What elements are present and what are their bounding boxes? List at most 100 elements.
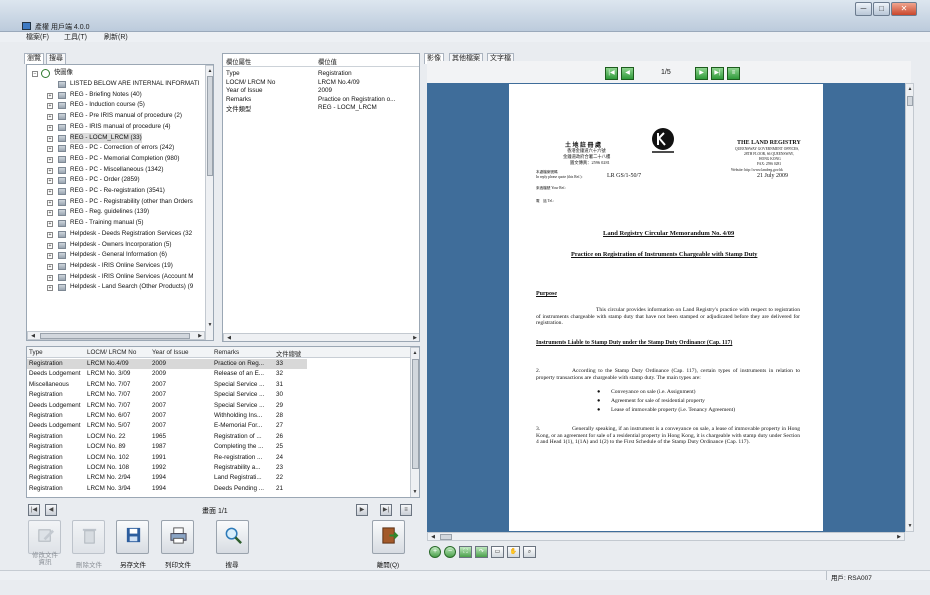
table-cell[interactable]: Registration bbox=[29, 485, 85, 492]
exit-button[interactable] bbox=[372, 520, 405, 554]
first-page-button[interactable]: |◀ bbox=[28, 504, 40, 516]
table-cell[interactable]: Registration bbox=[29, 474, 85, 481]
select-area-icon[interactable]: ▭ bbox=[491, 546, 504, 558]
table-cell[interactable]: LRCM No. 2/94 bbox=[87, 474, 150, 481]
table-cell[interactable]: Registration bbox=[29, 454, 85, 461]
hscroll-thumb[interactable] bbox=[40, 333, 190, 339]
table-scrollbar[interactable]: ▲ ▼ bbox=[410, 347, 419, 497]
table-cell[interactable]: LOCM No. 108 bbox=[87, 464, 150, 471]
table-cell[interactable]: LRCM No. 7/07 bbox=[87, 402, 150, 409]
scroll-thumb[interactable] bbox=[207, 76, 213, 176]
table-cell[interactable]: Registration bbox=[29, 412, 85, 419]
col-type[interactable]: Type bbox=[29, 349, 43, 356]
table-cell[interactable]: LRCM No. 3/09 bbox=[87, 370, 150, 377]
table-cell[interactable]: 1994 bbox=[152, 485, 212, 492]
table-cell[interactable]: Release of an E... bbox=[214, 370, 274, 377]
prop-hscrollbar[interactable]: ◀ ▶ bbox=[223, 333, 419, 341]
next-page-button[interactable]: ▶ bbox=[356, 504, 368, 516]
table-cell[interactable]: LOCM No. 22 bbox=[87, 433, 150, 440]
table-cell[interactable]: 1991 bbox=[152, 454, 212, 461]
scroll-left-icon[interactable]: ◀ bbox=[429, 533, 437, 541]
table-cell[interactable]: 2007 bbox=[152, 381, 212, 388]
expand-icon[interactable]: + bbox=[47, 253, 53, 260]
table-cell[interactable]: Deeds Lodgement bbox=[29, 402, 85, 409]
table-cell[interactable]: 31 bbox=[276, 381, 306, 388]
table-cell[interactable]: LRCM No. 7/07 bbox=[87, 381, 150, 388]
expand-icon[interactable]: + bbox=[47, 103, 53, 110]
rotate-icon[interactable]: ↷ bbox=[475, 546, 488, 558]
table-cell[interactable]: LRCM No.4/09 bbox=[87, 360, 150, 367]
table-cell[interactable]: 2007 bbox=[152, 402, 212, 409]
expand-icon[interactable]: + bbox=[47, 156, 53, 163]
table-cell[interactable]: Deeds Lodgement bbox=[29, 370, 85, 377]
table-cell[interactable]: 1992 bbox=[152, 464, 212, 471]
scroll-right-icon[interactable]: ▶ bbox=[196, 332, 204, 340]
print-button[interactable] bbox=[161, 520, 194, 554]
expand-icon[interactable]: + bbox=[47, 189, 53, 195]
table-cell[interactable]: Registration of ... bbox=[214, 433, 274, 440]
hscroll-thumb[interactable] bbox=[440, 534, 452, 540]
table-cell[interactable]: LRCM No. 5/07 bbox=[87, 422, 150, 429]
table-cell[interactable]: 1994 bbox=[152, 474, 212, 481]
table-cell[interactable]: 28 bbox=[276, 412, 306, 419]
table-cell[interactable]: 27 bbox=[276, 422, 306, 429]
scroll-right-icon[interactable]: ▶ bbox=[895, 533, 903, 541]
col-remarks[interactable]: Remarks bbox=[214, 349, 239, 356]
table-cell[interactable]: Re-registration ... bbox=[214, 454, 274, 461]
table-cell[interactable]: Registrability a... bbox=[214, 464, 274, 471]
expand-icon[interactable]: + bbox=[47, 135, 53, 142]
expand-icon[interactable]: + bbox=[47, 231, 53, 238]
expand-icon[interactable]: + bbox=[47, 199, 53, 206]
scroll-right-icon[interactable]: ▶ bbox=[411, 334, 419, 341]
expand-icon[interactable]: + bbox=[47, 263, 53, 270]
save-as-button[interactable] bbox=[116, 520, 149, 554]
table-cell[interactable]: Miscellaneous bbox=[29, 381, 85, 388]
expand-icon[interactable]: + bbox=[47, 146, 53, 153]
pan-hand-icon[interactable]: ✋ bbox=[507, 546, 520, 558]
expand-icon[interactable]: + bbox=[47, 242, 53, 249]
scroll-down-icon[interactable]: ▼ bbox=[411, 488, 419, 496]
tree-scrollbar[interactable]: ▲ ▼ bbox=[205, 65, 213, 340]
table-cell[interactable]: Registration bbox=[29, 360, 85, 367]
table-cell[interactable]: Land Registrati... bbox=[214, 474, 274, 481]
tree-hscrollbar[interactable]: ◀ ▶ bbox=[27, 331, 205, 340]
expand-icon[interactable]: + bbox=[47, 285, 53, 292]
magnifier-icon[interactable]: ⌕ bbox=[523, 546, 536, 558]
expand-icon[interactable]: + bbox=[47, 274, 53, 281]
edit-info-button[interactable] bbox=[28, 520, 61, 554]
table-cell[interactable]: Special Service ... bbox=[214, 391, 274, 398]
table-cell[interactable]: Completing the ... bbox=[214, 443, 274, 450]
table-cell[interactable]: 1965 bbox=[152, 433, 212, 440]
table-cell[interactable]: LOCM No. 89 bbox=[87, 443, 150, 450]
table-cell[interactable]: 22 bbox=[276, 474, 306, 481]
delete-button[interactable] bbox=[72, 520, 105, 554]
viewer-scrollbar[interactable]: ▲ ▼ bbox=[905, 83, 914, 532]
table-cell[interactable]: Practice on Reg... bbox=[214, 360, 274, 367]
table-cell[interactable]: 32 bbox=[276, 370, 306, 377]
expand-icon[interactable]: + bbox=[47, 221, 53, 228]
viewer-last-icon[interactable]: ▶| bbox=[711, 67, 724, 80]
table-cell[interactable]: LOCM No. 102 bbox=[87, 454, 150, 461]
expand-icon[interactable]: + bbox=[47, 124, 53, 131]
close-button[interactable]: ✕ bbox=[891, 2, 917, 16]
menu-refresh[interactable]: 刷新(R) bbox=[104, 32, 128, 42]
table-cell[interactable]: 21 bbox=[276, 485, 306, 492]
table-cell[interactable]: Special Service ... bbox=[214, 402, 274, 409]
tab-browse[interactable]: 瀏覽 bbox=[24, 53, 44, 64]
scroll-left-icon[interactable]: ◀ bbox=[225, 334, 233, 341]
scroll-thumb[interactable] bbox=[412, 359, 419, 469]
prev-page-button[interactable]: ◀ bbox=[45, 504, 57, 516]
table-cell[interactable]: Deeds Pending ... bbox=[214, 485, 274, 492]
viewer-prev-icon[interactable]: ◀ bbox=[621, 67, 634, 80]
table-cell[interactable]: Withholding Ins... bbox=[214, 412, 274, 419]
menu-tools[interactable]: 工具(T) bbox=[64, 32, 87, 42]
table-cell[interactable]: LRCM No. 7/07 bbox=[87, 391, 150, 398]
table-cell[interactable]: Deeds Lodgement bbox=[29, 422, 85, 429]
minimize-button[interactable]: ─ bbox=[855, 2, 872, 16]
col-year[interactable]: Year of Issue bbox=[152, 349, 189, 356]
table-cell[interactable]: Registration bbox=[29, 391, 85, 398]
table-cell[interactable]: Registration bbox=[29, 464, 85, 471]
table-cell[interactable]: 2009 bbox=[152, 370, 212, 377]
scroll-down-icon[interactable]: ▼ bbox=[206, 321, 213, 329]
expand-icon[interactable]: + bbox=[47, 92, 53, 99]
